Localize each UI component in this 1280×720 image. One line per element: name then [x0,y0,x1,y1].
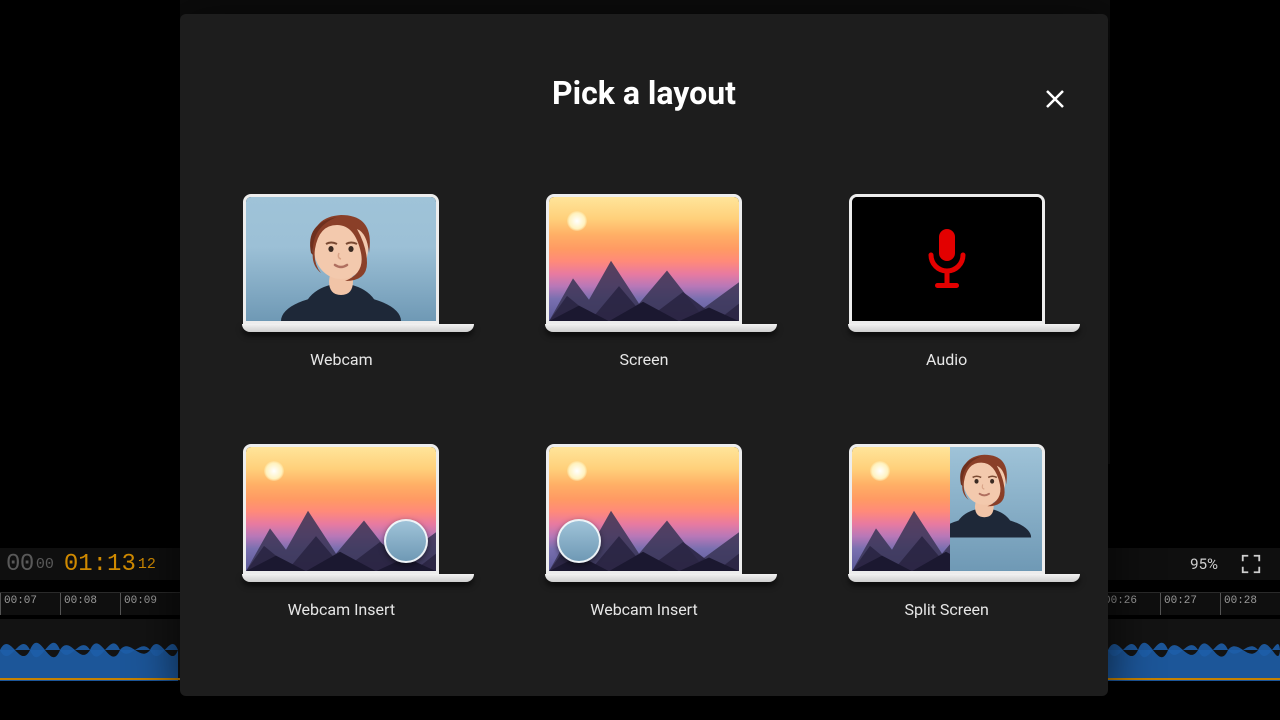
layout-label: Split Screen [904,600,988,619]
laptop-thumb [545,444,743,582]
layout-label: Webcam Insert [288,600,395,619]
close-icon [1043,87,1067,111]
ruler-tick: 00:08 [60,593,120,615]
modal-title: Pick a layout [180,74,1108,112]
laptop-thumb [545,194,743,332]
laptop-thumb [242,194,440,332]
total-frames: 12 [138,556,156,573]
layout-label: Webcam Insert [590,600,697,619]
laptop-thumb [848,444,1046,582]
current-frames: 00 [36,556,54,573]
pip-overlay [384,519,428,563]
pip-overlay [557,519,601,563]
layout-option-webcam-insert-left[interactable]: Webcam Insert [523,444,766,619]
layout-picker-modal: Pick a layout Webcam [180,14,1108,696]
layout-grid: Webcam Screen [220,194,1068,619]
zoom-level[interactable]: 95% [1190,548,1218,580]
fullscreen-icon [1240,553,1262,575]
layout-option-screen[interactable]: Screen [523,194,766,369]
microphone-icon [921,227,973,291]
ruler-tick: 00:27 [1160,593,1220,615]
fullscreen-button[interactable] [1236,548,1266,580]
ruler-tick: 00:07 [0,593,60,615]
layout-label: Audio [926,350,967,369]
laptop-thumb [848,194,1046,332]
layout-option-webcam-insert-right[interactable]: Webcam Insert [220,444,463,619]
ruler-tick: 00:28 [1220,593,1280,615]
laptop-thumb [242,444,440,582]
close-button[interactable] [1040,84,1070,114]
current-time: 00 [6,551,34,578]
layout-option-webcam[interactable]: Webcam [220,194,463,369]
mountains-icon [549,253,739,321]
layout-option-split-screen[interactable]: Split Screen [825,444,1068,619]
layout-label: Screen [620,350,669,369]
layout-label: Webcam [310,350,373,369]
total-time: 01:13 [64,551,136,578]
person-icon [271,203,411,321]
ruler-tick: 00:26 [1100,593,1160,615]
split-overlay [950,447,1041,571]
ruler-tick: 00:09 [120,593,180,615]
layout-option-audio[interactable]: Audio [825,194,1068,369]
app-root: 00 00 01:13 12 95% 00:07 00:08 00:09 00:… [0,0,1280,720]
